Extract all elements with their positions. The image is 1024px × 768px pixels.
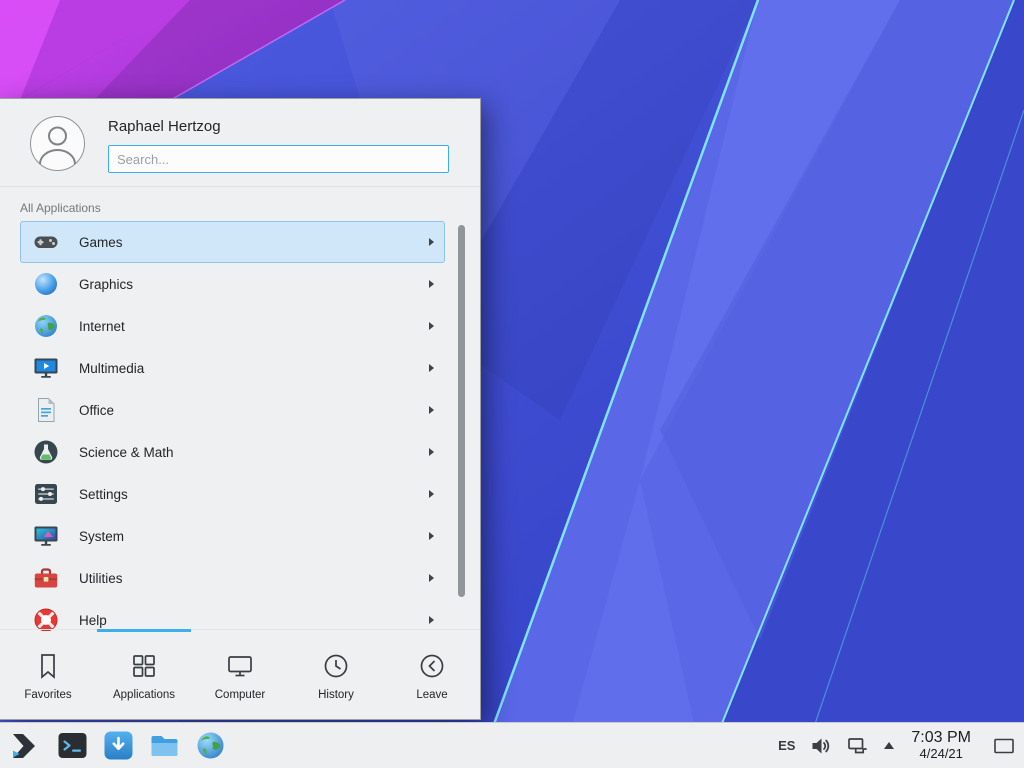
tab-computer[interactable]: Computer: [192, 630, 288, 719]
launcher-tab-bar: Favorites Applications: [0, 629, 480, 719]
volume-icon[interactable]: [810, 735, 832, 757]
desktop: Raphael Hertzog All Applications Games: [0, 0, 1024, 768]
menu-item-graphics[interactable]: Graphics: [20, 263, 445, 305]
menu-item-label: Office: [79, 403, 114, 418]
submenu-arrow-icon: [429, 322, 434, 330]
show-desktop-button[interactable]: [986, 723, 1022, 768]
system-icon: [33, 523, 59, 549]
settings-icon: [33, 481, 59, 507]
submenu-arrow-icon: [429, 490, 434, 498]
taskbar: ES 7:03 PM 4/24/21: [0, 722, 1024, 768]
menu-item-help[interactable]: Help: [20, 599, 445, 631]
menu-item-multimedia[interactable]: Multimedia: [20, 347, 445, 389]
submenu-arrow-icon: [429, 448, 434, 456]
tab-leave[interactable]: Leave: [384, 630, 480, 719]
menu-item-science-math[interactable]: Science & Math: [20, 431, 445, 473]
bookmark-icon: [33, 651, 63, 681]
web-browser-icon[interactable]: [195, 730, 226, 761]
tab-applications[interactable]: Applications: [96, 630, 192, 719]
caret-up-icon[interactable]: [884, 742, 894, 749]
office-icon: [33, 397, 59, 423]
submenu-arrow-icon: [429, 280, 434, 288]
application-launcher-menu: Raphael Hertzog All Applications Games: [0, 98, 481, 720]
submenu-arrow-icon: [429, 406, 434, 414]
submenu-arrow-icon: [429, 574, 434, 582]
keyboard-layout-indicator[interactable]: ES: [778, 738, 795, 753]
tab-history[interactable]: History: [288, 630, 384, 719]
application-category-list: Games Graphics: [20, 221, 445, 631]
menu-item-label: Multimedia: [79, 361, 144, 376]
help-icon: [33, 607, 59, 631]
menu-item-label: Graphics: [79, 277, 133, 292]
menu-item-games[interactable]: Games: [20, 221, 445, 263]
file-manager-icon[interactable]: [149, 730, 180, 761]
system-tray: ES 7:03 PM 4/24/21: [778, 723, 1024, 768]
kde-menu-icon[interactable]: [6, 728, 42, 764]
menu-item-office[interactable]: Office: [20, 389, 445, 431]
network-icon[interactable]: [847, 735, 869, 757]
submenu-arrow-icon: [429, 364, 434, 372]
games-icon: [33, 229, 59, 255]
submenu-arrow-icon: [429, 532, 434, 540]
terminal-icon[interactable]: [57, 730, 88, 761]
digital-clock[interactable]: 7:03 PM 4/24/21: [911, 729, 971, 761]
menu-item-label: Science & Math: [79, 445, 174, 460]
launcher-header: Raphael Hertzog: [0, 99, 480, 187]
tab-label: History: [318, 689, 354, 701]
science-icon: [33, 439, 59, 465]
menu-item-label: Games: [79, 235, 123, 250]
tab-favorites[interactable]: Favorites: [0, 630, 96, 719]
internet-icon: [33, 313, 59, 339]
menu-item-internet[interactable]: Internet: [20, 305, 445, 347]
utilities-icon: [33, 565, 59, 591]
submenu-arrow-icon: [429, 616, 434, 624]
multimedia-icon: [33, 355, 59, 381]
software-center-icon[interactable]: [103, 730, 134, 761]
active-tab-indicator: [97, 629, 191, 632]
menu-item-label: Utilities: [79, 571, 123, 586]
menu-item-utilities[interactable]: Utilities: [20, 557, 445, 599]
user-avatar[interactable]: [30, 116, 85, 171]
menu-item-settings[interactable]: Settings: [20, 473, 445, 515]
menu-item-label: Settings: [79, 487, 128, 502]
scrollbar[interactable]: [458, 225, 465, 627]
scrollbar-thumb[interactable]: [458, 225, 465, 597]
tab-label: Favorites: [24, 689, 71, 701]
clock-icon: [321, 651, 351, 681]
menu-item-label: Internet: [79, 319, 125, 334]
section-label: All Applications: [20, 201, 101, 215]
tab-label: Leave: [416, 689, 447, 701]
tab-label: Computer: [215, 689, 266, 701]
menu-item-system[interactable]: System: [20, 515, 445, 557]
submenu-arrow-icon: [429, 238, 434, 246]
leave-icon: [417, 651, 447, 681]
menu-item-label: Help: [79, 613, 107, 628]
user-name: Raphael Hertzog: [108, 118, 221, 135]
tab-label: Applications: [113, 689, 175, 701]
grid-icon: [129, 651, 159, 681]
monitor-icon: [225, 651, 255, 681]
clock-time: 7:03 PM: [911, 729, 971, 747]
graphics-icon: [33, 271, 59, 297]
menu-item-label: System: [79, 529, 124, 544]
clock-date: 4/24/21: [920, 747, 963, 762]
search-input[interactable]: [108, 145, 449, 173]
